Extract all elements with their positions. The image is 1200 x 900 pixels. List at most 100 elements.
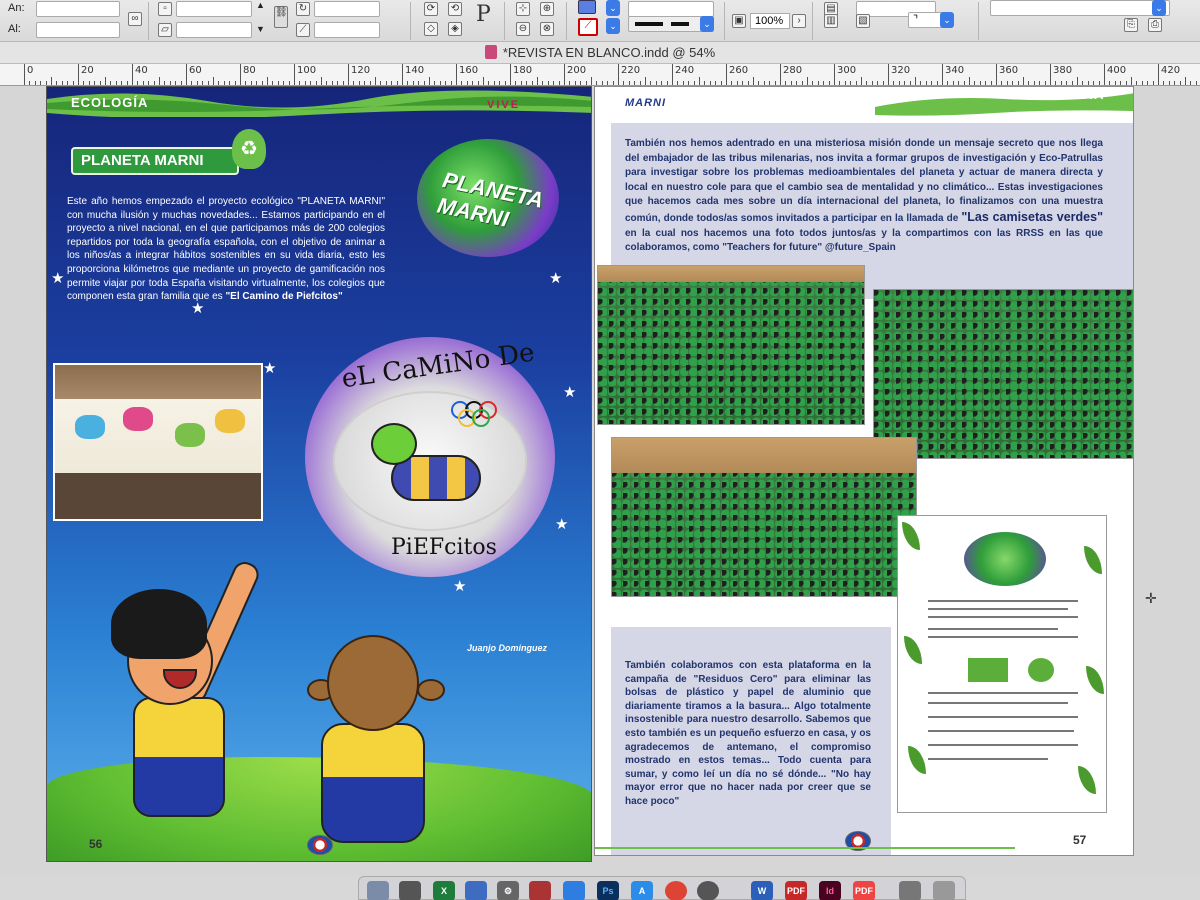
fill-dropdown-icon[interactable]: ⌄ <box>606 0 620 16</box>
ruler-minor-tick <box>429 77 430 85</box>
select-container-icon[interactable]: ⊹ <box>516 2 530 16</box>
ruler-minor-tick <box>1174 81 1176 85</box>
chrome-icon[interactable] <box>665 881 687 900</box>
ruler-minor-tick <box>180 81 182 85</box>
ruler-minor-tick <box>801 81 803 85</box>
select-previous-icon[interactable]: ⊖ <box>516 22 530 36</box>
ruler-minor-tick <box>936 81 938 85</box>
opacity-field[interactable]: 100% <box>750 13 790 29</box>
residuos-cero-poster <box>897 515 1107 813</box>
indesign-icon[interactable]: Id <box>819 881 841 900</box>
safari-icon[interactable] <box>563 881 585 900</box>
style-options-icon[interactable]: ⎙ <box>1148 18 1162 32</box>
object-style-dropdown-icon[interactable]: ⌄ <box>1152 0 1166 16</box>
ruler-minor-tick <box>67 81 69 85</box>
ruler-minor-tick <box>569 81 571 85</box>
dock: X ⚙ Ps A W PDF Id PDF <box>358 876 966 900</box>
flip-horizontal-icon[interactable]: ◇ <box>424 22 438 36</box>
ruler-minor-tick <box>639 81 641 85</box>
ruler-minor-tick <box>969 77 970 85</box>
ruler-minor-tick <box>947 81 949 85</box>
finder-icon[interactable] <box>367 881 389 900</box>
ruler-minor-tick <box>774 81 776 85</box>
pdf-reader-icon[interactable]: PDF <box>785 881 807 900</box>
field-label-al: Al: <box>8 23 21 35</box>
ruler-minor-tick <box>267 77 268 85</box>
ruler-minor-tick <box>283 81 285 85</box>
shear-field[interactable] <box>176 22 252 38</box>
ruler-minor-tick <box>477 81 479 85</box>
constrain-proportions-icon[interactable]: ∞ <box>128 12 142 26</box>
al-field[interactable] <box>36 22 120 38</box>
document-icon <box>484 45 497 59</box>
stroke-dropdown-icon[interactable]: ⌄ <box>606 18 620 34</box>
camino-de-piefcitos-badge: eL CaMiNo De PiEFcitos <box>305 337 555 577</box>
rotation-field[interactable] <box>314 1 380 17</box>
ruler-minor-tick <box>537 77 538 85</box>
badge-title-top: eL CaMiNo De <box>339 337 537 395</box>
pdf-expert-icon[interactable]: PDF <box>853 881 875 900</box>
stroke-weight-field[interactable] <box>628 1 714 17</box>
app-store-icon[interactable]: A <box>631 881 653 900</box>
corner-options-icon[interactable]: ▧ <box>856 14 870 28</box>
corner-shape-dropdown-icon[interactable]: ⌄ <box>940 12 954 28</box>
shear-angle-field[interactable] <box>314 22 380 38</box>
clear-overrides-icon[interactable]: ⎘ <box>1124 18 1138 32</box>
opacity-dropdown-icon[interactable]: › <box>792 14 806 28</box>
flip-vertical-icon[interactable]: ◈ <box>448 22 462 36</box>
fill-swatch-icon[interactable] <box>578 0 596 14</box>
rotate-ccw-icon[interactable]: ⟲ <box>448 2 462 16</box>
rotate-cw-icon[interactable]: ⟳ <box>424 2 438 16</box>
left-page[interactable]: ECOLOGÍA VIVE PLANETA MARNI ♻ PLANETA MA… <box>46 86 592 862</box>
ruler-minor-tick <box>1017 81 1019 85</box>
system-preferences-icon[interactable]: ⚙ <box>497 881 519 900</box>
drawing-blob <box>175 423 205 447</box>
downloads-icon[interactable] <box>899 881 921 900</box>
ruler-minor-tick <box>472 81 474 85</box>
ruler-minor-tick <box>769 81 771 85</box>
launchpad-icon[interactable] <box>399 881 421 900</box>
ruler-minor-tick <box>785 81 787 85</box>
ruler-label: 320 <box>891 65 911 76</box>
photo-booth-icon[interactable] <box>529 881 551 900</box>
ruler-minor-tick <box>499 81 501 85</box>
x-offset-field[interactable] <box>176 1 252 17</box>
excel-icon[interactable]: X <box>433 881 455 900</box>
an-field[interactable] <box>36 1 120 17</box>
ruler-minor-tick <box>321 77 322 85</box>
intro-text: Este año hemos empezado el proyecto ecol… <box>67 196 385 303</box>
ruler-minor-tick <box>850 81 852 85</box>
shear-icon[interactable]: ▱ <box>158 23 172 37</box>
ruler-minor-tick <box>83 81 85 85</box>
stepper-up-icon[interactable]: ▲ <box>256 0 265 10</box>
path-glyph-icon[interactable]: P <box>476 2 491 27</box>
photoshop-icon[interactable]: Ps <box>597 881 619 900</box>
select-next-icon[interactable]: ⊗ <box>540 22 554 36</box>
ruler-label: 380 <box>1053 65 1073 76</box>
rotate-icon[interactable]: ↻ <box>296 2 310 16</box>
chain-link-icon[interactable]: ⛓ <box>274 6 288 28</box>
ruler-minor-tick <box>164 81 166 85</box>
shear-angle-icon[interactable]: ⟋ <box>296 23 310 37</box>
word-icon[interactable]: W <box>751 881 773 900</box>
ruler-minor-tick <box>61 81 63 85</box>
reference-point-icon[interactable]: ▫ <box>158 2 172 16</box>
ruler-minor-tick <box>1039 81 1041 85</box>
ruler-minor-tick <box>99 81 101 85</box>
right-page[interactable]: MARNI ECOLOGÍA También nos hemos adentra… <box>594 86 1134 856</box>
trash-icon[interactable] <box>933 881 955 900</box>
quicktime-icon[interactable] <box>697 881 719 900</box>
horizontal-ruler[interactable]: 0 20 40 60 80 100 120 140 160 180 200 220 240 260 280 3… <box>0 64 1200 86</box>
wrap-icon[interactable]: ▥ <box>824 14 838 28</box>
ruler-major-tick <box>186 64 187 85</box>
ruler-minor-tick <box>315 81 317 85</box>
ruler-major-tick <box>1104 64 1105 85</box>
preview-icon[interactable] <box>465 881 487 900</box>
object-style-select[interactable] <box>990 0 1170 16</box>
stroke-type-dropdown-icon[interactable]: ⌄ <box>700 16 714 32</box>
stroke-none-icon[interactable]: ⟋ <box>578 18 598 36</box>
stepper-down-icon[interactable]: ▼ <box>256 24 265 34</box>
planeta-marni-heading: PLANETA MARNI <box>71 147 239 175</box>
ruler-minor-tick <box>331 81 333 85</box>
select-content-icon[interactable]: ⊕ <box>540 2 554 16</box>
